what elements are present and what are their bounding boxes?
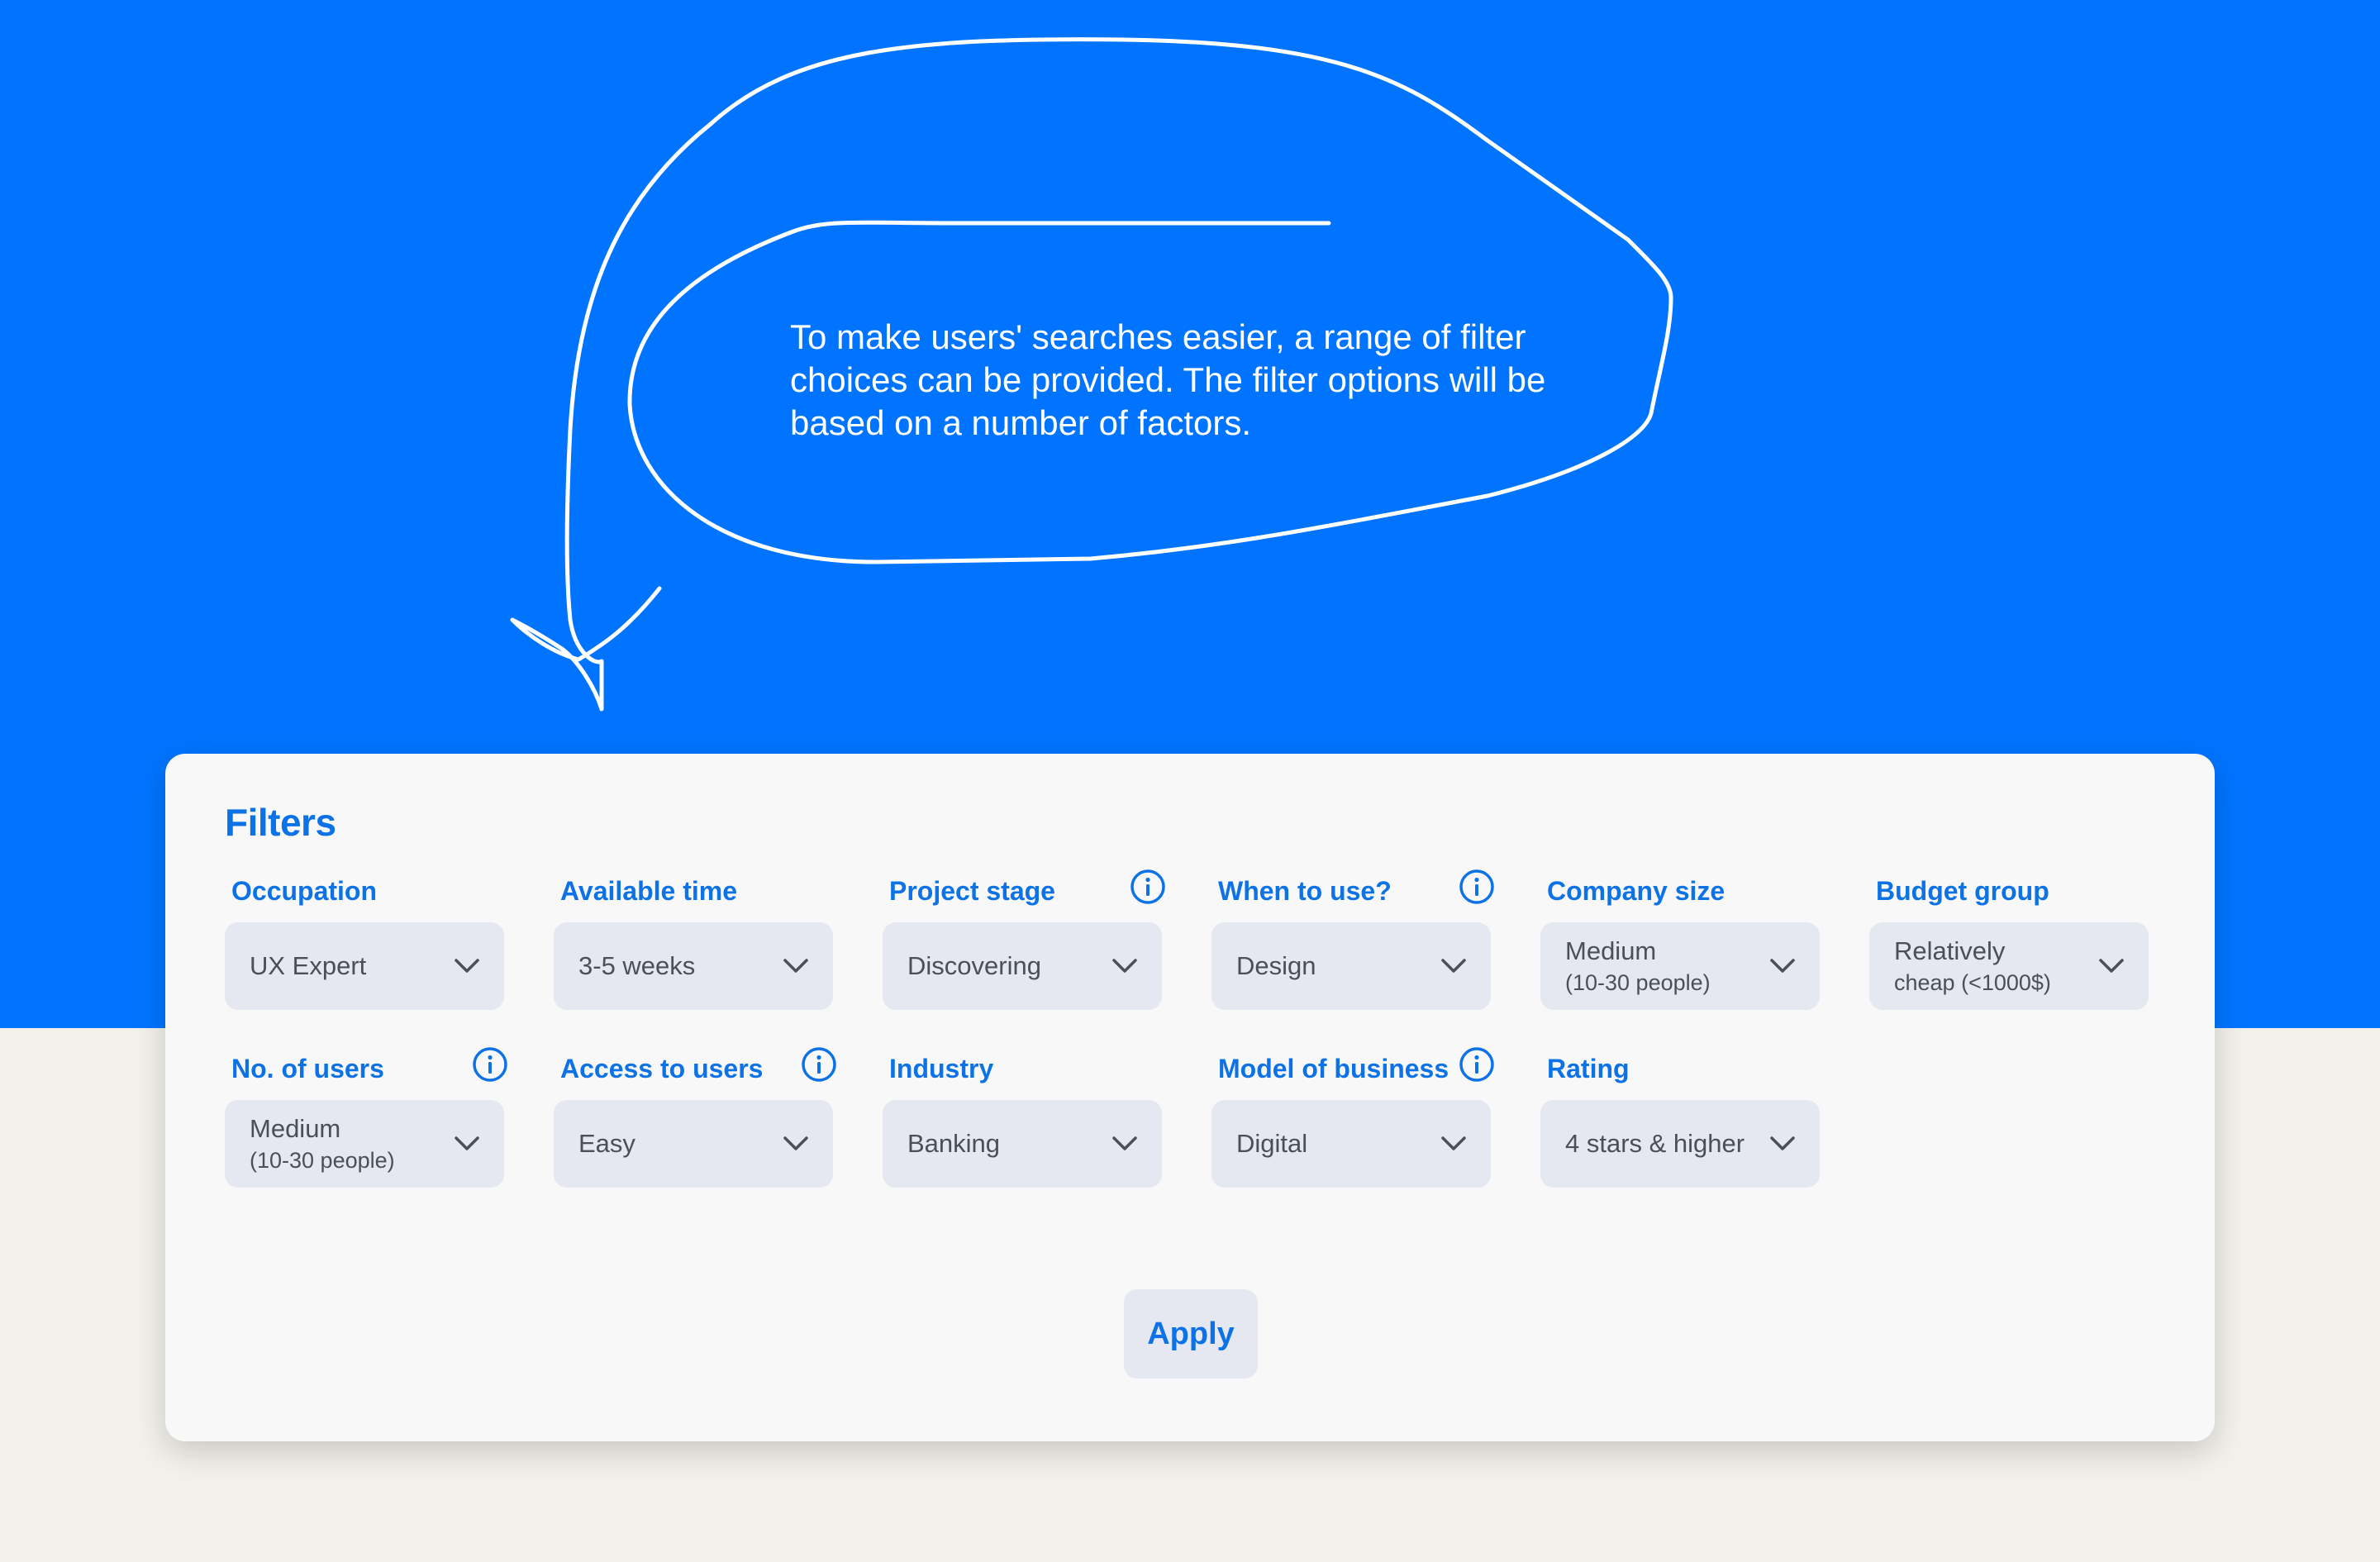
chevron-down-icon — [1440, 1134, 1468, 1154]
select-value-text: Medium — [250, 1114, 341, 1143]
filter-label: When to use? — [1218, 876, 1392, 906]
filter-label: Model of business — [1218, 1054, 1449, 1083]
select-value: UX Expert — [250, 950, 441, 983]
chevron-down-icon — [1111, 956, 1139, 976]
select-value: 3-5 weeks — [578, 950, 770, 983]
callout-text: To make users' searches easier, a range … — [790, 317, 1546, 442]
chevron-down-icon — [1440, 956, 1468, 976]
filter-select[interactable]: 4 stars & higher — [1540, 1100, 1820, 1188]
filter-select[interactable]: Easy — [554, 1100, 833, 1188]
select-value: Discovering — [907, 950, 1099, 983]
chevron-down-icon — [782, 1134, 810, 1154]
filter-label: Occupation — [231, 876, 378, 906]
filter-label: Access to users — [560, 1054, 764, 1083]
select-value-text: Medium — [1565, 936, 1657, 965]
chevron-down-icon — [1111, 1134, 1139, 1154]
filter-select[interactable]: Banking — [883, 1100, 1162, 1188]
chevron-down-icon — [1768, 1134, 1797, 1154]
info-circle-icon[interactable] — [1458, 868, 1496, 906]
select-value-text: Easy — [578, 1129, 635, 1158]
filter-select[interactable]: Discovering — [883, 922, 1162, 1010]
select-value: Medium (10-30 people) — [1565, 935, 1757, 998]
filter-select[interactable]: Medium (10-30 people) — [225, 1100, 504, 1188]
chevron-down-icon — [782, 956, 810, 976]
select-value: 4 stars & higher — [1565, 1127, 1757, 1160]
select-value: Design — [1236, 950, 1428, 983]
chevron-down-icon — [453, 1134, 481, 1154]
filter-label: No. of users — [231, 1054, 384, 1083]
filter-label: Budget group — [1876, 876, 2049, 906]
filter-select[interactable]: Design — [1211, 922, 1491, 1010]
filter-select[interactable]: Relatively cheap (<1000$) — [1869, 922, 2149, 1010]
select-value: Relatively cheap (<1000$) — [1894, 935, 2086, 998]
filter-label: Rating — [1547, 1054, 1630, 1083]
chevron-down-icon — [2097, 956, 2125, 976]
select-value-text: Design — [1236, 951, 1316, 980]
chevron-down-icon — [1768, 956, 1797, 976]
filter-select[interactable]: Medium (10-30 people) — [1540, 922, 1820, 1010]
filters-panel: Filters Occupation UX Expert Available tim… — [165, 754, 2215, 1441]
filter-label: Industry — [889, 1054, 994, 1083]
select-value: Easy — [578, 1127, 770, 1160]
select-value-text: Discovering — [907, 951, 1041, 980]
apply-button[interactable]: Apply — [1124, 1289, 1258, 1379]
filters-title: Filters — [225, 801, 336, 844]
select-value-text: 4 stars & higher — [1565, 1129, 1745, 1158]
select-value-subtext: cheap (<1000$) — [1894, 970, 2051, 995]
select-value-text: 3-5 weeks — [578, 951, 696, 980]
select-value: Medium (10-30 people) — [250, 1112, 441, 1175]
info-circle-icon[interactable] — [1458, 1045, 1496, 1083]
select-value-text: Digital — [1236, 1129, 1308, 1158]
filter-label: Company size — [1547, 876, 1726, 906]
select-value: Banking — [907, 1127, 1099, 1160]
select-value-subtext: (10-30 people) — [250, 1148, 395, 1173]
select-value-text: Relatively — [1894, 936, 2006, 965]
info-circle-icon[interactable] — [800, 1045, 838, 1083]
filter-select[interactable]: 3-5 weeks — [554, 922, 833, 1010]
filter-select[interactable]: Digital — [1211, 1100, 1491, 1188]
select-value: Digital — [1236, 1127, 1428, 1160]
info-circle-icon[interactable] — [471, 1045, 509, 1083]
filter-label: Available time — [560, 876, 738, 906]
info-circle-icon[interactable] — [1129, 868, 1167, 906]
chevron-down-icon — [453, 956, 481, 976]
select-value-text: Banking — [907, 1129, 1001, 1158]
select-value-text: UX Expert — [250, 951, 367, 980]
select-value-subtext: (10-30 people) — [1565, 970, 1711, 995]
filter-select[interactable]: UX Expert — [225, 922, 504, 1010]
filter-label: Project stage — [889, 876, 1055, 906]
